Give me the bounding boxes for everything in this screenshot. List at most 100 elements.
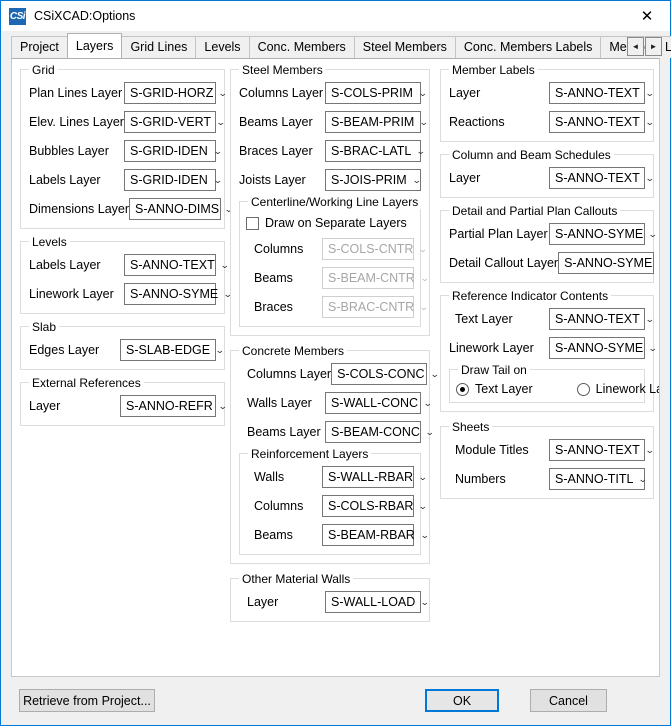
combo-bubbles-layer[interactable]: S-GRID-IDEN ⌄ [124, 140, 216, 162]
combo-rebar-beams[interactable]: S-BEAM-RBAR ⌄ [322, 524, 414, 546]
label-ref-linework-layer: Linework Layer [449, 341, 534, 355]
label-centerline-beams: Beams [254, 271, 293, 285]
row-levels-linework-layer: Linework Layer S-ANNO-SYME ⌄ [29, 283, 216, 305]
combo-ref-text-layer[interactable]: S-ANNO-TEXT ⌄ [549, 308, 645, 330]
radio-draw-tail-text-layer[interactable]: Text Layer [456, 382, 533, 396]
combo-elev-lines-layer[interactable]: S-GRID-VERT ⌄ [124, 111, 216, 133]
chevron-down-icon: ⌄ [645, 88, 655, 99]
combo-other-walls-layer[interactable]: S-WALL-LOAD ⌄ [325, 591, 421, 613]
combo-schedules-layer[interactable]: S-ANNO-TEXT ⌄ [549, 167, 645, 189]
chevron-down-icon: ⌄ [418, 472, 428, 483]
label-centerline-braces: Braces [254, 300, 293, 314]
label-levels-labels-layer: Labels Layer [29, 258, 101, 272]
radio-unselected-icon[interactable] [577, 383, 590, 396]
label-member-labels-layer: Layer [449, 86, 480, 100]
combo-dimensions-layer[interactable]: S-ANNO-DIMS ⌄ [129, 198, 221, 220]
row-rebar-columns: Columns S-COLS-RBAR ⌄ [246, 495, 414, 517]
combo-rebar-walls[interactable]: S-WALL-RBAR ⌄ [322, 466, 414, 488]
combo-member-labels-layer[interactable]: S-ANNO-TEXT ⌄ [549, 82, 645, 104]
combo-steel-columns-layer[interactable]: S-COLS-PRIM ⌄ [325, 82, 421, 104]
row-steel-columns-layer: Columns Layer S-COLS-PRIM ⌄ [239, 82, 421, 104]
label-rebar-columns: Columns [254, 499, 303, 513]
combo-sheets-numbers[interactable]: S-ANNO-TITL ⌄ [549, 468, 645, 490]
combo-grid-labels-layer[interactable]: S-GRID-IDEN ⌄ [124, 169, 216, 191]
group-member-labels-legend: Member Labels [449, 63, 538, 77]
group-centerline-legend: Centerline/Working Line Layers [248, 195, 421, 209]
combo-levels-linework-layer[interactable]: S-ANNO-SYME ⌄ [124, 283, 216, 305]
combo-centerline-columns: S-COLS-CNTR ⌄ [322, 238, 414, 260]
combo-partial-plan-layer[interactable]: S-ANNO-SYME ⌄ [549, 223, 645, 245]
chevron-down-icon: ⌄ [420, 597, 430, 608]
group-centerline-working-line-layers: Centerline/Working Line Layers Draw on S… [239, 201, 421, 327]
combo-levels-linework-layer-value: S-ANNO-SYME [130, 287, 218, 301]
chevron-down-icon: ⌄ [216, 117, 226, 128]
tab-scroll-right-icon[interactable]: ► [645, 37, 662, 56]
row-partial-plan-layer: Partial Plan Layer S-ANNO-SYME ⌄ [449, 223, 645, 245]
row-levels-labels-layer: Labels Layer S-ANNO-TEXT ⌄ [29, 254, 216, 276]
group-member-labels: Member Labels Layer S-ANNO-TEXT ⌄ Reacti… [440, 69, 654, 142]
combo-sheets-module-titles[interactable]: S-ANNO-TEXT ⌄ [549, 439, 645, 461]
tab-grid-lines[interactable]: Grid Lines [121, 36, 196, 58]
combo-member-labels-reactions[interactable]: S-ANNO-TEXT ⌄ [549, 111, 645, 133]
radio-selected-icon[interactable] [456, 383, 469, 396]
combo-conc-columns-layer[interactable]: S-COLS-CONC ⌄ [331, 363, 427, 385]
label-conc-walls-layer: Walls Layer [247, 396, 312, 410]
combo-conc-walls-layer[interactable]: S-WALL-CONC ⌄ [325, 392, 421, 414]
row-detail-callout-layer: Detail Callout Layer S-ANNO-SYME ⌄ [449, 252, 645, 274]
dialog-footer: Retrieve from Project... OK Cancel [1, 677, 670, 725]
radio-draw-tail-linework-layer[interactable]: Linework Layer [577, 382, 660, 396]
combo-slab-edges-layer[interactable]: S-SLAB-EDGE ⌄ [120, 339, 216, 361]
label-partial-plan-layer: Partial Plan Layer [449, 227, 548, 241]
tab-levels[interactable]: Levels [195, 36, 249, 58]
combo-steel-beams-layer-value: S-BEAM-PRIM [331, 115, 414, 129]
row-steel-beams-layer: Beams Layer S-BEAM-PRIM ⌄ [239, 111, 421, 133]
combo-steel-beams-layer[interactable]: S-BEAM-PRIM ⌄ [325, 111, 421, 133]
tab-scroll-left-icon[interactable]: ◄ [627, 37, 644, 56]
combo-schedules-layer-value: S-ANNO-TEXT [555, 171, 640, 185]
group-sheets: Sheets Module Titles S-ANNO-TEXT ⌄ Numbe… [440, 426, 654, 499]
combo-ref-linework-layer[interactable]: S-ANNO-SYME ⌄ [549, 337, 645, 359]
checkbox-draw-on-separate-layers[interactable]: Draw on Separate Layers [246, 214, 414, 232]
row-steel-braces-layer: Braces Layer S-BRAC-LATL ⌄ [239, 140, 421, 162]
tab-steel-members[interactable]: Steel Members [354, 36, 456, 58]
combo-plan-lines-layer[interactable]: S-GRID-HORZ ⌄ [124, 82, 216, 104]
group-slab: Slab Edges Layer S-SLAB-EDGE ⌄ [20, 326, 225, 370]
combo-centerline-beams: S-BEAM-CNTR ⌄ [322, 267, 414, 289]
chevron-down-icon: ⌄ [645, 117, 655, 128]
group-levels: Levels Labels Layer S-ANNO-TEXT ⌄ Linewo… [20, 241, 225, 314]
label-sheets-module-titles: Module Titles [455, 443, 529, 457]
combo-steel-joists-layer[interactable]: S-JOIS-PRIM ⌄ [325, 169, 421, 191]
tab-strip: Project Layers Grid Lines Levels Conc. M… [1, 31, 670, 58]
combo-levels-labels-layer[interactable]: S-ANNO-TEXT ⌄ [124, 254, 216, 276]
tab-layers[interactable]: Layers [67, 33, 123, 58]
combo-other-walls-layer-value: S-WALL-LOAD [331, 595, 415, 609]
cancel-button[interactable]: Cancel [530, 689, 607, 712]
ok-button[interactable]: OK [425, 689, 499, 712]
combo-member-labels-layer-value: S-ANNO-TEXT [555, 86, 640, 100]
row-xref-layer: Layer S-ANNO-REFR ⌄ [29, 395, 216, 417]
csi-logo-icon: CSi [9, 8, 26, 25]
combo-detail-callout-layer[interactable]: S-ANNO-SYME ⌄ [558, 252, 654, 274]
combo-levels-labels-layer-value: S-ANNO-TEXT [130, 258, 215, 272]
label-centerline-columns: Columns [254, 242, 303, 256]
label-steel-beams-layer: Beams Layer [239, 115, 313, 129]
tab-conc-members-labels[interactable]: Conc. Members Labels [455, 36, 602, 58]
tab-project[interactable]: Project [11, 36, 68, 58]
combo-rebar-columns[interactable]: S-COLS-RBAR ⌄ [322, 495, 414, 517]
combo-conc-walls-layer-value: S-WALL-CONC [331, 396, 418, 410]
chevron-down-icon: ⌄ [420, 273, 430, 284]
checkbox-icon[interactable] [246, 217, 259, 230]
combo-conc-beams-layer[interactable]: S-BEAM-CONC ⌄ [325, 421, 421, 443]
title-bar: CSi CSiXCAD:Options ✕ [1, 1, 670, 31]
label-detail-callout-layer: Detail Callout Layer [449, 256, 558, 270]
chevron-down-icon: ⌄ [657, 258, 660, 269]
retrieve-from-project-button[interactable]: Retrieve from Project... [19, 689, 155, 712]
row-member-labels-layer: Layer S-ANNO-TEXT ⌄ [449, 82, 645, 104]
chevron-down-icon: ⌄ [419, 302, 429, 313]
row-plan-lines-layer: Plan Lines Layer S-GRID-HORZ ⌄ [29, 82, 216, 104]
combo-xref-layer[interactable]: S-ANNO-REFR ⌄ [120, 395, 216, 417]
right-column: Member Labels Layer S-ANNO-TEXT ⌄ Reacti… [440, 69, 654, 511]
tab-conc-members[interactable]: Conc. Members [249, 36, 355, 58]
combo-steel-braces-layer[interactable]: S-BRAC-LATL ⌄ [325, 140, 421, 162]
close-icon[interactable]: ✕ [624, 1, 670, 31]
